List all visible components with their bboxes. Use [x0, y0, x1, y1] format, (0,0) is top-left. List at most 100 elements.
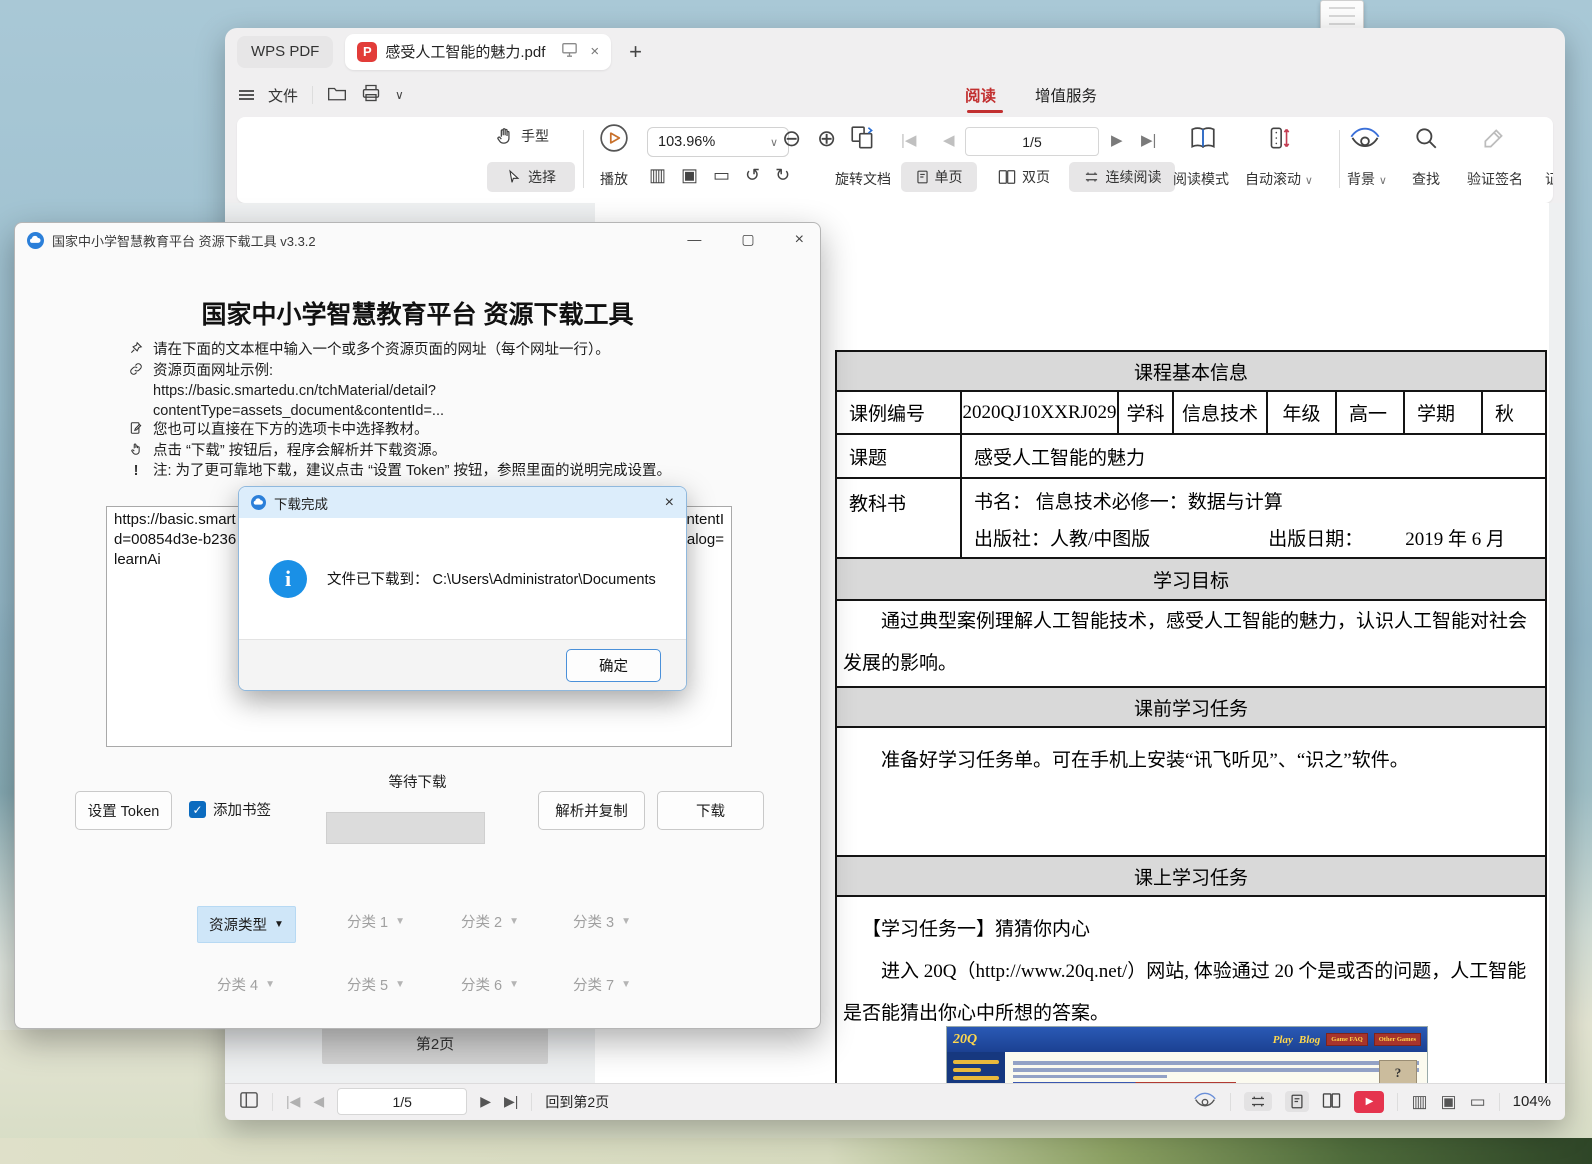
20q-website-image: 20Q Play Blog Game FAQ Other Games	[947, 1027, 1427, 1083]
table-header: 学习目标	[836, 558, 1546, 600]
zoom-in-button[interactable]: ⊕	[817, 125, 836, 152]
single-page-button[interactable]	[1285, 1091, 1309, 1112]
fit-screen-button[interactable]: ▣	[681, 165, 698, 186]
set-token-button[interactable]: 设置 Token	[75, 791, 172, 830]
back-to-page-button[interactable]: 回到第2页	[545, 1092, 609, 1112]
doc-edit-icon	[127, 421, 145, 442]
prev-page-button[interactable]: ◀	[313, 1093, 324, 1110]
new-window-icon[interactable]	[561, 42, 578, 62]
eye-icon[interactable]	[1193, 1092, 1217, 1112]
wps-menu-bar: 文件 ∨ 阅读 增值服务	[225, 75, 1565, 115]
wps-app-button[interactable]: WPS PDF	[237, 36, 333, 68]
zoom-percentage[interactable]: 104%	[1513, 1093, 1551, 1110]
zoom-out-button[interactable]: ⊖	[782, 125, 801, 152]
download-progress-bar	[326, 812, 485, 844]
fit-width-button[interactable]: ▥	[649, 165, 666, 186]
maximize-button[interactable]: ▢	[741, 231, 754, 249]
actual-size-button[interactable]: ▭	[1470, 1092, 1486, 1112]
download-complete-dialog: 下载完成 × i 文件已下载到： C:\Users\Administrator\…	[238, 486, 687, 691]
table-header: 课上学习任务	[836, 856, 1546, 896]
last-page-button[interactable]: ▶|	[504, 1093, 518, 1110]
tool-title-bar: 国家中小学智慧教育平台 资源下载工具 v3.3.2 — ▢ ×	[15, 223, 820, 257]
next-page-button[interactable]: ▶	[1111, 131, 1123, 149]
rotate-left-button[interactable]: ↺	[745, 165, 760, 186]
play-circle-icon	[599, 123, 629, 153]
find-icon[interactable]	[1413, 125, 1439, 156]
new-tab-button[interactable]: +	[629, 39, 642, 65]
cell-value: 信息技术	[1173, 391, 1267, 434]
hand-tool-button[interactable]: 手型	[495, 126, 549, 146]
add-bookmark-checkbox[interactable]: ✓ 添加书签	[189, 799, 271, 820]
cell-label: 课例编号	[836, 391, 961, 434]
play-button[interactable]	[599, 123, 629, 158]
page-number-input[interactable]: 1/5	[965, 127, 1099, 156]
last-page-button[interactable]: ▶|	[1141, 131, 1156, 149]
file-menu[interactable]: 文件	[268, 85, 298, 106]
read-mode-icon[interactable]	[1189, 124, 1217, 157]
background-icon[interactable]	[1349, 127, 1381, 156]
rotate-doc-icon[interactable]	[849, 124, 877, 157]
presentation-play-button[interactable]: ▶	[1354, 1091, 1384, 1113]
prev-page-button[interactable]: ◀	[943, 131, 955, 149]
first-page-button[interactable]: |◀	[286, 1093, 300, 1110]
menu-icon[interactable]	[239, 87, 254, 102]
minimize-button[interactable]: —	[687, 231, 701, 249]
category-3-dropdown[interactable]: 分类 3▼	[563, 911, 641, 932]
tool-window-title: 国家中小学智慧教育平台 资源下载工具 v3.3.2	[52, 231, 316, 250]
wallpaper-grass	[0, 1138, 1592, 1164]
double-page-button[interactable]: 双页	[985, 162, 1063, 192]
fit-screen-button[interactable]: ▣	[1441, 1092, 1457, 1112]
verify-signature-icon	[1481, 125, 1507, 156]
zoom-level-select[interactable]: 103.96% ∨	[647, 127, 789, 157]
auto-scroll-label: 自动滚动 ∨	[1233, 169, 1325, 189]
category-4-dropdown[interactable]: 分类 4▼	[207, 974, 285, 995]
background-label: 背景 ∨	[1337, 169, 1397, 189]
rotate-right-button[interactable]: ↻	[775, 165, 790, 186]
fit-width-button[interactable]: ▥	[1411, 1092, 1427, 1112]
open-folder-icon[interactable]	[327, 85, 347, 106]
tab-value-added[interactable]: 增值服务	[1035, 84, 1097, 106]
ok-button[interactable]: 确定	[566, 649, 661, 682]
close-tab-icon[interactable]: ×	[590, 43, 599, 60]
single-page-button[interactable]: 单页	[901, 162, 977, 192]
category-7-dropdown[interactable]: 分类 7▼	[563, 974, 641, 995]
category-1-dropdown[interactable]: 分类 1▼	[337, 911, 415, 932]
divider	[1397, 1093, 1398, 1111]
divider	[1230, 1093, 1231, 1111]
actual-size-button[interactable]: ▭	[713, 165, 730, 186]
download-button[interactable]: 下载	[657, 791, 764, 830]
pin-icon	[127, 341, 145, 362]
publisher-row: 出版社：人教/中图版 出版日期： 2019 年 6 月	[962, 514, 1545, 551]
auto-scroll-icon[interactable]	[1265, 123, 1293, 158]
page-number-input[interactable]: 1/5	[337, 1088, 467, 1115]
parse-copy-button[interactable]: 解析并复制	[538, 791, 645, 830]
close-button[interactable]: ×	[795, 231, 804, 249]
cell-label: 教科书	[836, 478, 961, 558]
app-cloud-icon	[251, 495, 266, 510]
divider	[1499, 1093, 1500, 1111]
next-page-button[interactable]: ▶	[480, 1093, 491, 1110]
tab-read[interactable]: 阅读	[965, 84, 996, 106]
category-5-dropdown[interactable]: 分类 5▼	[337, 974, 415, 995]
single-page-icon	[916, 169, 929, 185]
print-icon[interactable]	[361, 83, 381, 107]
20q-logo: 20Q	[953, 1032, 977, 1048]
pre-task-text: 准备好学习任务单。可在手机上安装“讯飞听见”、“识之”软件。	[837, 728, 1545, 782]
double-page-button[interactable]	[1322, 1092, 1341, 1112]
dropdown-arrow-icon: ▼	[265, 979, 275, 990]
first-page-button[interactable]: |◀	[901, 131, 916, 149]
select-tool-button[interactable]: 选择	[487, 162, 575, 192]
document-tab[interactable]: P 感受人工智能的魅力.pdf ×	[345, 34, 611, 70]
continuous-read-button[interactable]	[1244, 1092, 1272, 1111]
table-header: 课前学习任务	[836, 687, 1546, 727]
dropdown-arrow-icon: ▼	[395, 979, 405, 990]
20q-other-tab: Other Games	[1374, 1033, 1421, 1046]
close-icon[interactable]: ×	[665, 494, 674, 512]
category-2-dropdown[interactable]: 分类 2▼	[451, 911, 529, 932]
certificate-label: 证书管理	[1545, 169, 1553, 189]
category-6-dropdown[interactable]: 分类 6▼	[451, 974, 529, 995]
side-panel-icon[interactable]	[239, 1091, 259, 1112]
chevron-down-icon[interactable]: ∨	[395, 88, 404, 102]
resource-type-dropdown[interactable]: 资源类型▼	[197, 906, 296, 943]
course-info-table: 课程基本信息 课例编号 2020QJ10XXRJ029 学科 信息技术 年级 高…	[835, 350, 1547, 1083]
